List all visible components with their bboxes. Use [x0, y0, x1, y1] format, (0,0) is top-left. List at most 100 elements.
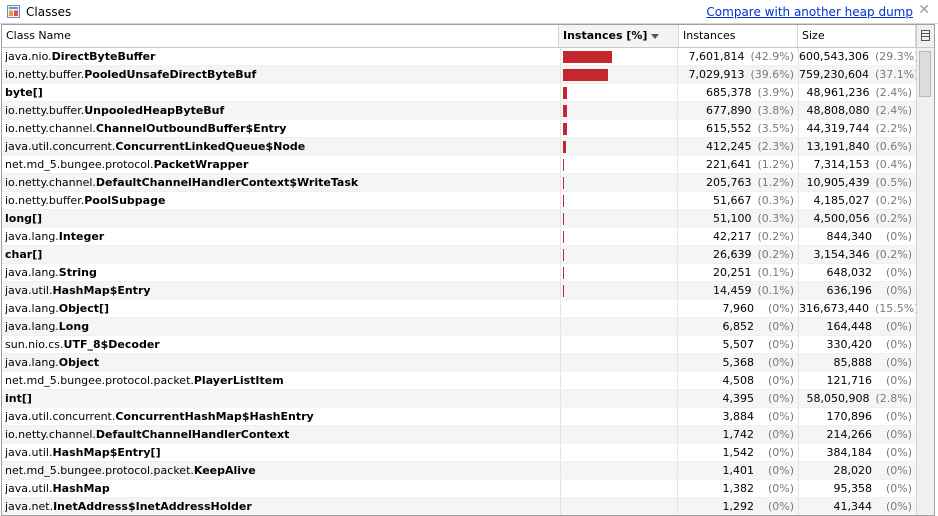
class-name: InetAddress$InetAddressHolder [53, 500, 252, 513]
instances-value: 7,029,913 [688, 68, 745, 81]
table-header: Class Name Instances [%] Instances Size [2, 25, 934, 48]
table-row[interactable]: io.netty.channel.DefaultChannelHandlerCo… [2, 426, 916, 444]
class-name-cell: sun.nio.cs.UTF_8$Decoder [5, 336, 557, 353]
column-header-class-name[interactable]: Class Name [2, 25, 559, 47]
table-row[interactable]: net.md_5.bungee.protocol.packet.PlayerLi… [2, 372, 916, 390]
instances-pct-bar [563, 249, 564, 261]
table-row[interactable]: io.netty.channel.DefaultChannelHandlerCo… [2, 174, 916, 192]
instances-cell: 412,245 (2.3%) [680, 138, 798, 155]
instances-pct-cell [560, 408, 678, 425]
table-row[interactable]: java.util.HashMap$Entry[] 1,542 (0%) 384,18… [2, 444, 916, 462]
instances-pct-cell [560, 84, 678, 101]
instances-cell: 26,639 (0.2%) [680, 246, 798, 263]
table-row[interactable]: io.netty.buffer.PooledUnsafeDirectByteBu… [2, 66, 916, 84]
column-chooser-button[interactable] [916, 25, 934, 47]
table-row[interactable]: io.netty.buffer.PoolSubpage 51,667 (0.3%) 4… [2, 192, 916, 210]
class-name-cell: java.util.HashMap [5, 480, 557, 497]
table-row[interactable]: io.netty.buffer.UnpooledHeapByteBuf 677,8… [2, 102, 916, 120]
instances-cell: 7,601,814 (42.9%) [680, 48, 798, 65]
instances-cell: 42,217 (0.2%) [680, 228, 798, 245]
close-icon[interactable]: ✕ [918, 2, 930, 18]
table-row[interactable]: java.util.concurrent.ConcurrentHashMap$H… [2, 408, 916, 426]
instances-percent: (0.2%) [757, 248, 794, 261]
size-percent: (37.1%) [874, 68, 916, 81]
table-row[interactable]: net.md_5.bungee.protocol.PacketWrapper 22… [2, 156, 916, 174]
table-row[interactable]: sun.nio.cs.UTF_8$Decoder 5,507 (0%) 330,420… [2, 336, 916, 354]
instances-pct-cell [560, 462, 678, 479]
size-value: 44,319,744 [806, 122, 870, 135]
class-name: Object [58, 356, 100, 369]
table-row[interactable]: java.lang.Long 6,852 (0%) 164,448 (0%) [2, 318, 916, 336]
table-row[interactable]: java.lang.Object 5,368 (0%) 85,888 (0%) [2, 354, 916, 372]
instances-cell: 1,382 (0%) [680, 480, 798, 497]
size-value: 636,196 [826, 284, 873, 297]
size-cell: 759,230,604 (37.1%) [798, 66, 916, 83]
compare-heap-dump-link[interactable]: Compare with another heap dump [706, 5, 913, 19]
size-percent: (0%) [885, 356, 912, 369]
instances-pct-bar [563, 267, 564, 279]
class-name-cell: io.netty.channel.DefaultChannelHandlerCo… [5, 426, 557, 443]
class-name: int[] [5, 392, 32, 405]
table-row[interactable]: java.nio.DirectByteBuffer 7,601,814 (42.9%… [2, 48, 916, 66]
class-name-cell: java.net.InetAddress$InetAddressHolder [5, 498, 557, 515]
table-row[interactable]: java.lang.Integer 42,217 (0.2%) 844,340 (0%) [2, 228, 916, 246]
instances-cell: 7,960 (0%) [680, 300, 798, 317]
sort-descending-icon [651, 33, 660, 39]
table-row[interactable]: java.net.InetAddress$InetAddressHolder 1,… [2, 498, 916, 515]
size-value: 41,344 [833, 500, 873, 513]
instances-cell: 1,542 (0%) [680, 444, 798, 461]
instances-percent: (0%) [767, 446, 794, 459]
class-name: byte[] [5, 86, 43, 99]
package-name: java.lang. [5, 266, 59, 279]
column-header-instances-pct[interactable]: Instances [%] [559, 25, 679, 47]
class-name-cell: char[] [5, 246, 557, 263]
instances-cell: 20,251 (0.1%) [680, 264, 798, 281]
instances-pct-bar [563, 69, 608, 81]
size-percent: (0%) [885, 464, 912, 477]
class-name-cell: java.lang.String [5, 264, 557, 281]
instances-pct-bar [563, 231, 564, 243]
instances-pct-bar [563, 195, 564, 207]
table-row[interactable]: java.util.HashMap 1,382 (0%) 95,358 (0%) [2, 480, 916, 498]
table-row[interactable]: long[] 51,100 (0.3%) 4,500,056 (0.2%) [2, 210, 916, 228]
scrollbar-thumb[interactable] [919, 51, 931, 97]
instances-percent: (1.2%) [757, 158, 794, 171]
class-name: KeepAlive [193, 464, 256, 477]
class-name: String [58, 266, 97, 279]
instances-percent: (3.9%) [757, 86, 794, 99]
table-row[interactable]: java.util.HashMap$Entry 14,459 (0.1%) 636,1… [2, 282, 916, 300]
column-header-size[interactable]: Size [798, 25, 916, 47]
table-row[interactable]: java.util.concurrent.ConcurrentLinkedQue… [2, 138, 916, 156]
table-row[interactable]: io.netty.channel.ChannelOutboundBuffer$E… [2, 120, 916, 138]
size-cell: 170,896 (0%) [798, 408, 916, 425]
table-row[interactable]: java.lang.Object[] 7,960 (0%) 316,673,440 (1… [2, 300, 916, 318]
instances-pct-cell [560, 228, 678, 245]
instances-percent: (0%) [767, 500, 794, 513]
package-name: java.util. [5, 482, 53, 495]
size-percent: (0%) [885, 500, 912, 513]
table-row[interactable]: net.md_5.bungee.protocol.packet.KeepAliv… [2, 462, 916, 480]
instances-value: 26,639 [712, 248, 752, 261]
vertical-scrollbar[interactable] [916, 48, 934, 515]
instances-cell: 1,742 (0%) [680, 426, 798, 443]
instances-pct-cell [560, 66, 678, 83]
table-row[interactable]: char[] 26,639 (0.2%) 3,154,346 (0.2%) [2, 246, 916, 264]
class-name-cell: net.md_5.bungee.protocol.packet.KeepAliv… [5, 462, 557, 479]
column-header-instances[interactable]: Instances [679, 25, 798, 47]
instances-pct-cell [560, 264, 678, 281]
table-row[interactable]: int[] 4,395 (0%) 58,050,908 (2.8%) [2, 390, 916, 408]
package-name: java.lang. [5, 320, 59, 333]
size-percent: (0.5%) [875, 176, 912, 189]
size-cell: 28,020 (0%) [798, 462, 916, 479]
tab-title: Classes [26, 5, 72, 19]
size-percent: (0%) [885, 428, 912, 441]
class-name: PlayerListItem [193, 374, 284, 387]
package-name: java.util. [5, 284, 53, 297]
table-row[interactable]: byte[] 685,378 (3.9%) 48,961,236 (2.4%) [2, 84, 916, 102]
table-row[interactable]: java.lang.String 20,251 (0.1%) 648,032 (0%) [2, 264, 916, 282]
size-cell: 58,050,908 (2.8%) [798, 390, 916, 407]
size-cell: 214,266 (0%) [798, 426, 916, 443]
size-percent: (0.2%) [875, 248, 912, 261]
size-cell: 44,319,744 (2.2%) [798, 120, 916, 137]
package-name: io.netty.channel. [5, 428, 96, 441]
